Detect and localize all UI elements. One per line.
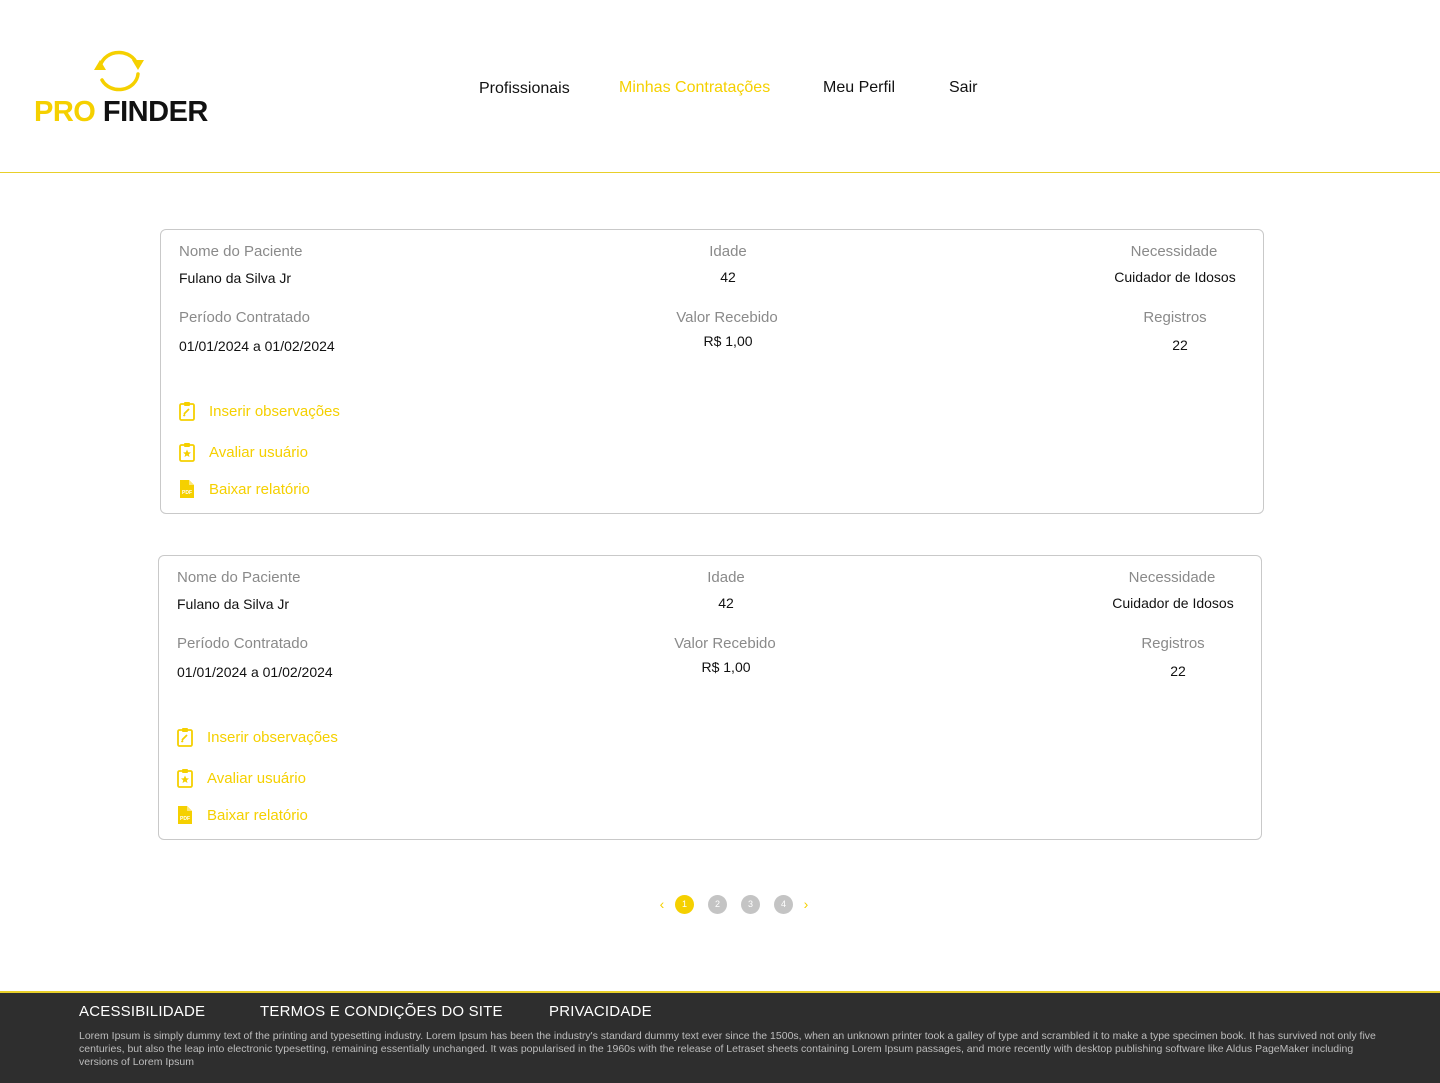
age-label: Idade [707, 569, 745, 586]
clipboard-edit-icon [177, 728, 193, 747]
download-report-label: Baixar relatório [207, 806, 308, 824]
brand-pro: PRO [34, 96, 96, 128]
footer-text: Lorem Ipsum is simply dummy text of the … [79, 1030, 1376, 1068]
chevron-left-icon[interactable]: ‹ [656, 896, 668, 912]
age-value: 42 [720, 269, 736, 285]
age-label: Idade [709, 243, 747, 260]
period-label: Período Contratado [177, 635, 308, 652]
footer-link-acessibilidade[interactable]: ACESSIBILIDADE [79, 1003, 205, 1020]
records-label: Registros [1141, 635, 1205, 652]
page-button-1[interactable]: 1 [675, 894, 694, 914]
need-value: Cuidador de Idosos [1112, 595, 1234, 611]
contract-card: Nome do Paciente Fulano da Silva Jr Idad… [158, 555, 1262, 840]
nav-profissionais[interactable]: Profissionais [479, 80, 570, 98]
svg-text:PDF: PDF [182, 490, 192, 496]
clipboard-star-icon [179, 443, 195, 462]
download-report-button[interactable]: PDF Baixar relatório [178, 478, 310, 500]
need-label: Necessidade [1130, 243, 1218, 260]
clipboard-edit-icon [179, 402, 195, 421]
pdf-file-icon: PDF [180, 480, 194, 498]
page-button-2[interactable]: 2 [708, 894, 727, 914]
records-label: Registros [1143, 309, 1207, 326]
insert-notes-button[interactable]: Inserir observações [176, 726, 338, 748]
patient-name-value: Fulano da Silva Jr [179, 270, 292, 286]
footer-link-privacidade[interactable]: PRIVACIDADE [549, 1003, 652, 1020]
patient-name-label: Nome do Paciente [177, 569, 301, 586]
contract-card: Nome do Paciente Fulano da Silva Jr Idad… [160, 229, 1264, 514]
period-value: 01/01/2024 a 01/02/2024 [177, 664, 333, 680]
pagination: ‹ 1 2 3 4 › [656, 894, 812, 914]
insert-notes-label: Inserir observações [209, 402, 340, 420]
rate-user-button[interactable]: Avaliar usuário [176, 767, 306, 789]
records-value: 22 [1172, 337, 1188, 353]
age-value: 42 [718, 595, 734, 611]
clipboard-star-icon [177, 769, 193, 788]
rate-user-label: Avaliar usuário [209, 443, 308, 461]
nav-meu-perfil[interactable]: Meu Perfil [823, 79, 895, 97]
value-received-label: Valor Recebido [674, 635, 776, 652]
need-value: Cuidador de Idosos [1114, 269, 1236, 285]
insert-notes-label: Inserir observações [207, 728, 338, 746]
records-value: 22 [1170, 663, 1186, 679]
download-report-button[interactable]: PDF Baixar relatório [176, 804, 308, 826]
value-received-label: Valor Recebido [676, 309, 778, 326]
profinder-logo[interactable]: PRO FINDER [34, 48, 214, 132]
svg-text:PDF: PDF [180, 816, 190, 822]
need-label: Necessidade [1128, 569, 1216, 586]
patient-name-label: Nome do Paciente [179, 243, 303, 260]
site-footer: ACESSIBILIDADE TERMOS E CONDIÇÕES DO SIT… [0, 991, 1440, 1083]
period-label: Período Contratado [179, 309, 310, 326]
nav-sair[interactable]: Sair [949, 79, 977, 97]
brand-name: PRO FINDER [34, 96, 208, 129]
value-received-value: R$ 1,00 [701, 659, 751, 675]
page-button-3[interactable]: 3 [741, 894, 760, 914]
brand-finder: FINDER [102, 96, 208, 128]
patient-name-value: Fulano da Silva Jr [177, 596, 290, 612]
rate-user-label: Avaliar usuário [207, 769, 306, 787]
insert-notes-button[interactable]: Inserir observações [178, 400, 340, 422]
rate-user-button[interactable]: Avaliar usuário [178, 441, 308, 463]
period-value: 01/01/2024 a 01/02/2024 [179, 338, 335, 354]
value-received-value: R$ 1,00 [703, 333, 753, 349]
page-button-4[interactable]: 4 [774, 894, 793, 914]
refresh-cycle-icon [94, 50, 144, 92]
nav-minhas-contratacoes[interactable]: Minhas Contratações [619, 79, 770, 97]
footer-link-termos[interactable]: TERMOS E CONDIÇÕES DO SITE [260, 1003, 503, 1020]
chevron-right-icon[interactable]: › [800, 896, 812, 912]
download-report-label: Baixar relatório [209, 480, 310, 498]
pdf-file-icon: PDF [178, 806, 192, 824]
site-header: PRO FINDER Profissionais Minhas Contrata… [0, 0, 1440, 173]
